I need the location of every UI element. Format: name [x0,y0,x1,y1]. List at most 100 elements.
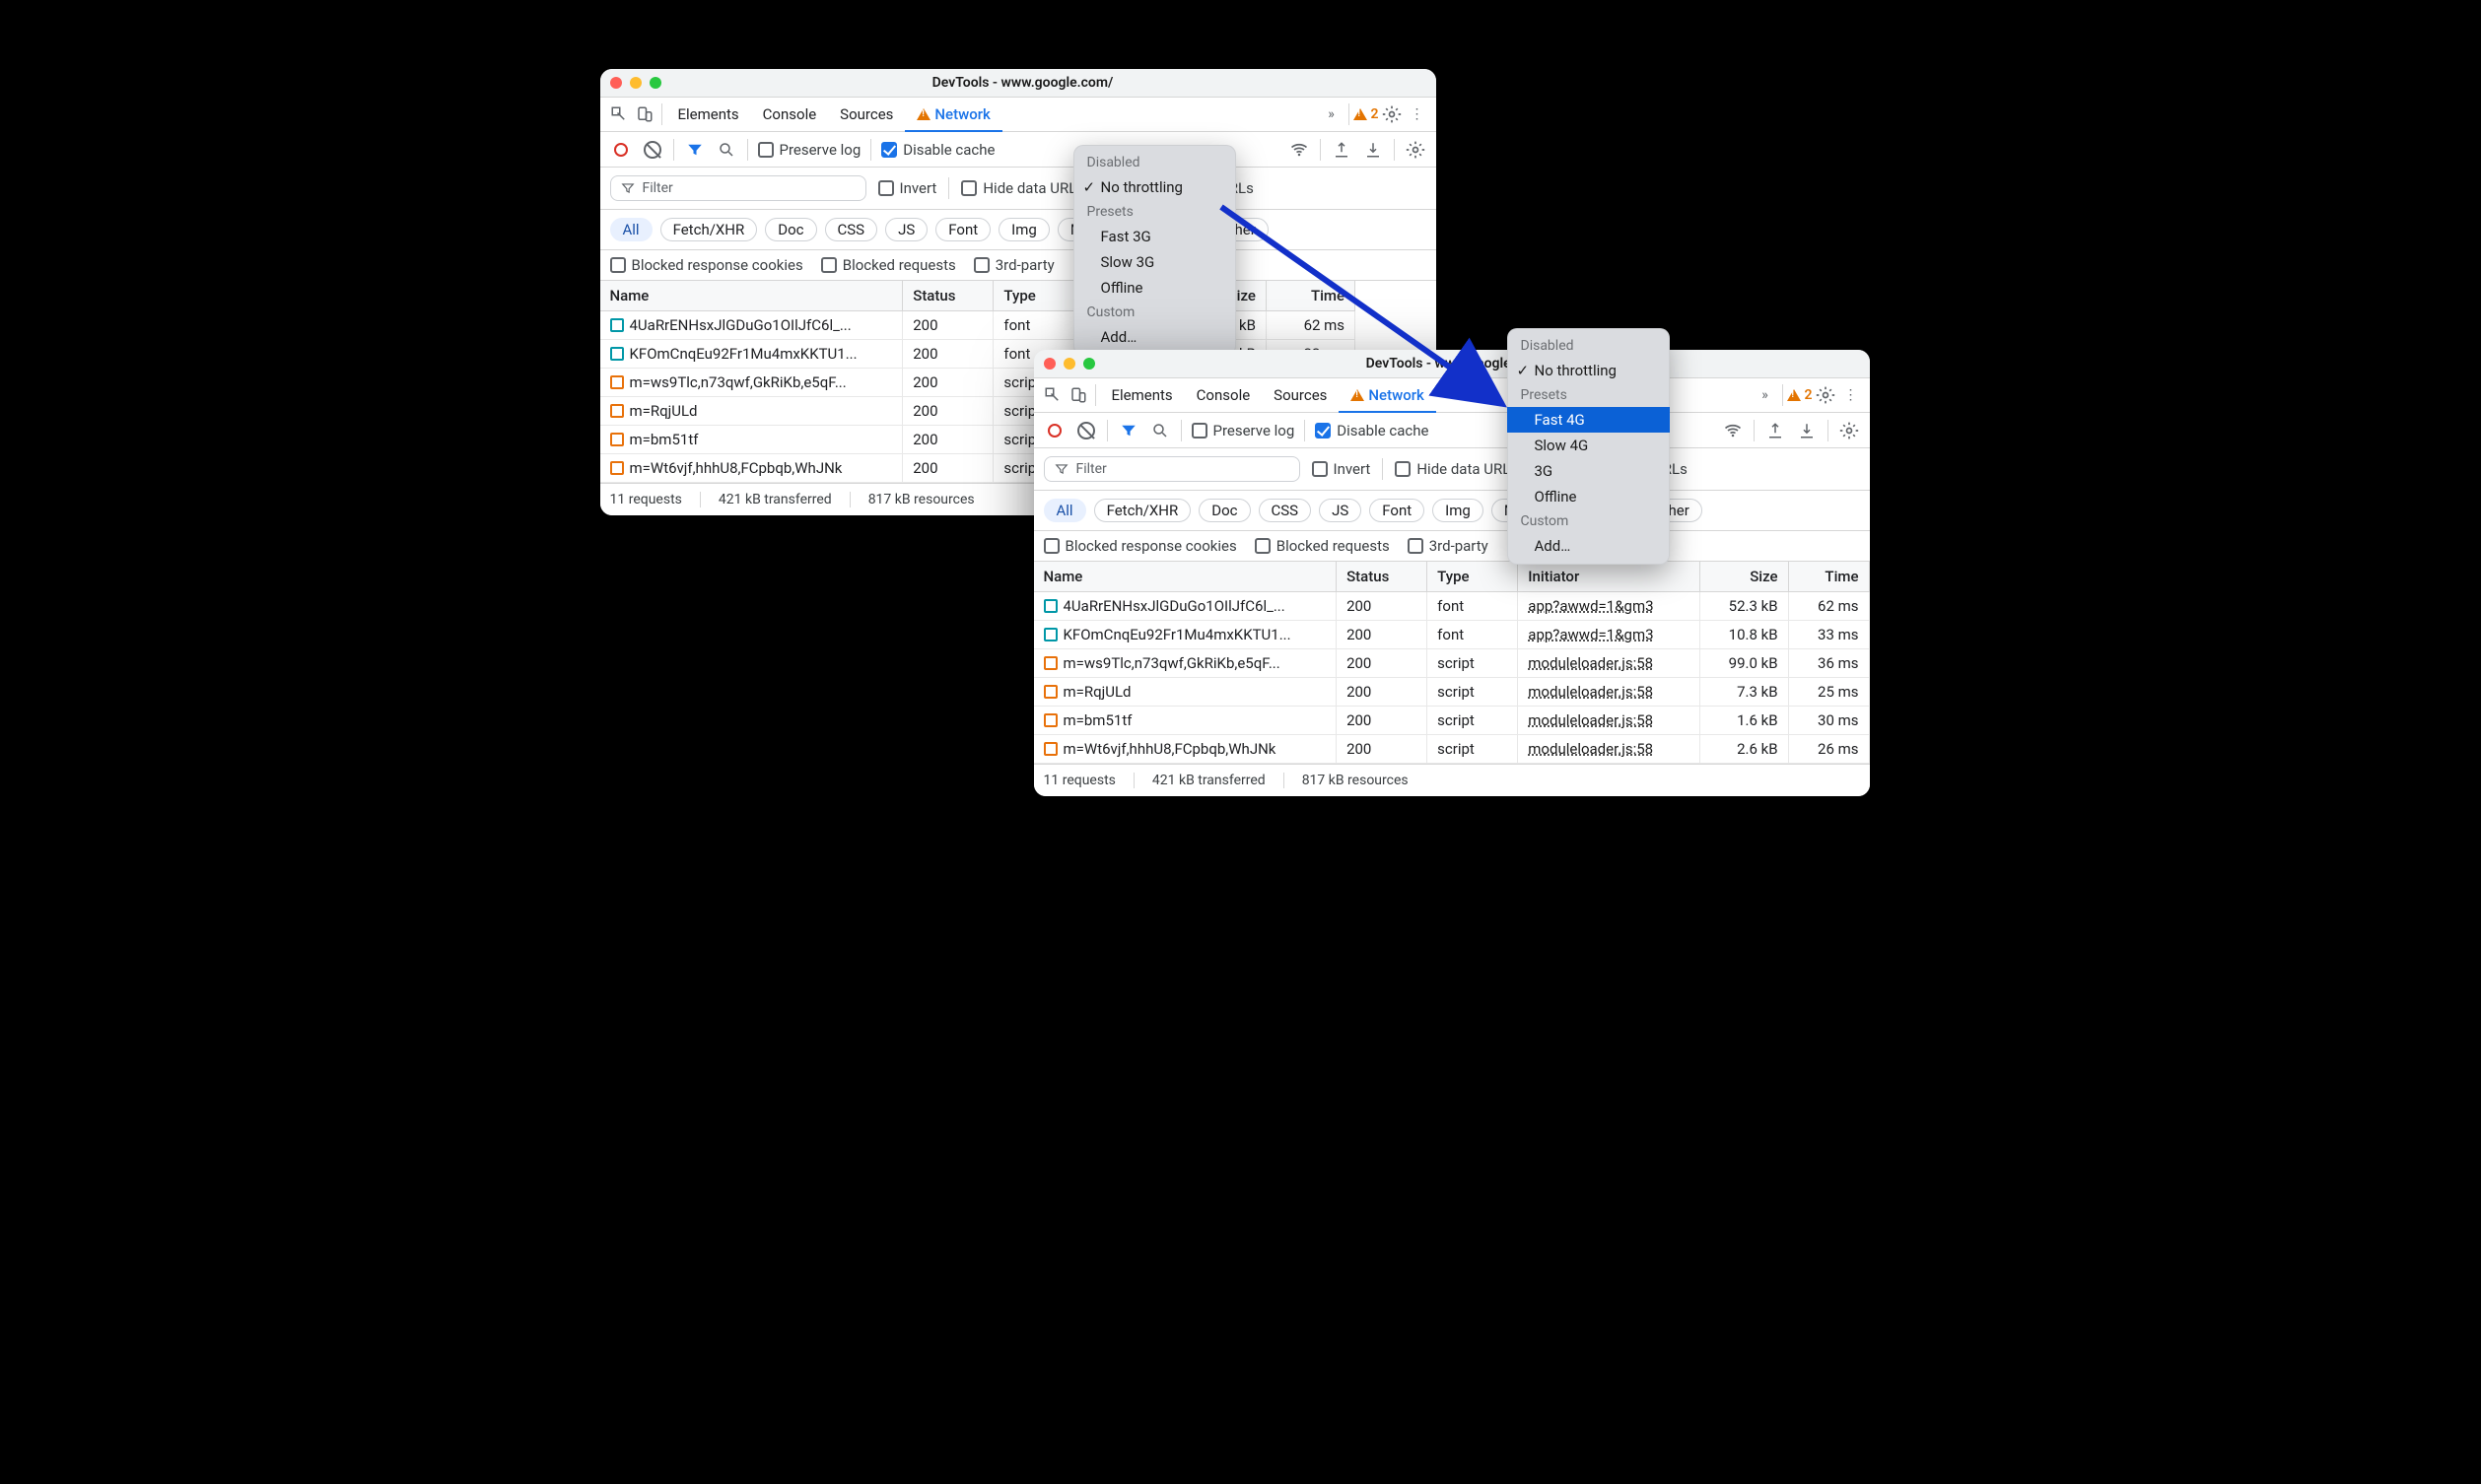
chip-all[interactable]: All [610,218,653,241]
clear-icon[interactable] [1075,420,1097,441]
upload-icon[interactable] [1764,420,1786,441]
tab-elements[interactable]: Elements [1100,378,1185,412]
chip-all[interactable]: All [1044,499,1086,522]
third-party-checkbox[interactable]: 3rd-party [974,256,1055,274]
cell-name[interactable]: m=RqjULd [600,397,903,426]
col-initiator[interactable]: Initiator [1518,562,1699,592]
tab-console[interactable]: Console [751,98,829,131]
more-tabs-icon[interactable]: » [1753,387,1778,403]
record-icon[interactable] [610,139,632,161]
table-row[interactable]: 4UaRrENHsxJlGDuGo1OIlJfC6l_...200fontapp… [1034,592,1870,621]
menu-item-slow4g[interactable]: Slow 4G [1507,433,1670,458]
download-icon[interactable] [1362,139,1384,161]
chip-css[interactable]: CSS [825,218,878,241]
settings-icon[interactable] [1379,104,1405,124]
throttling-menu-new[interactable]: Disabled No throttling Presets Fast 4G S… [1507,328,1670,565]
cell-name[interactable]: KFOmCnqEu92Fr1Mu4mxKKTU1... [1034,621,1337,649]
chip-img[interactable]: Img [1432,499,1483,522]
wifi-icon[interactable] [1288,139,1310,161]
record-icon[interactable] [1044,420,1066,441]
disable-cache-checkbox[interactable]: Disable cache [881,141,995,159]
zoom-icon[interactable] [650,77,661,89]
kebab-icon[interactable]: ⋮ [1405,106,1430,122]
wifi-icon[interactable] [1722,420,1744,441]
tab-console[interactable]: Console [1185,378,1263,412]
network-settings-icon[interactable] [1405,139,1426,161]
close-icon[interactable] [610,77,622,89]
tab-network[interactable]: Network [905,98,1001,131]
menu-item-no-throttling[interactable]: No throttling [1073,174,1236,200]
minimize-icon[interactable] [630,77,642,89]
cell-name[interactable]: m=ws9Tlc,n73qwf,GkRiKb,e5qF... [600,369,903,397]
cell-initiator[interactable]: app?awwd=1&gm3 [1518,621,1699,649]
table-header[interactable]: Name Status Type Initiator Size Time [1034,562,1870,592]
col-status[interactable]: Status [1337,562,1427,592]
search-icon[interactable] [716,139,737,161]
cell-name[interactable]: m=bm51tf [1034,707,1337,735]
filter-icon[interactable] [684,139,706,161]
cell-initiator[interactable]: moduleloader.js:58 [1518,678,1699,707]
chip-font[interactable]: Font [1369,499,1424,522]
table-row[interactable]: m=ws9Tlc,n73qwf,GkRiKb,e5qF...200scriptm… [1034,649,1870,678]
col-time[interactable]: Time [1266,281,1354,311]
cell-name[interactable]: KFOmCnqEu92Fr1Mu4mxKKTU1... [600,340,903,369]
disable-cache-checkbox[interactable]: Disable cache [1315,422,1428,439]
cell-name[interactable]: m=Wt6vjf,hhhU8,FCpbqb,WhJNk [1034,735,1337,764]
col-type[interactable]: Type [994,281,1084,311]
cell-initiator[interactable]: moduleloader.js:58 [1518,649,1699,678]
menu-item-add[interactable]: Add… [1073,324,1236,350]
menu-item-no-throttling[interactable]: No throttling [1507,358,1670,383]
chip-img[interactable]: Img [999,218,1050,241]
chip-doc[interactable]: Doc [765,218,816,241]
minimize-icon[interactable] [1064,358,1075,370]
table-row[interactable]: m=Wt6vjf,hhhU8,FCpbqb,WhJNk200scriptmodu… [1034,735,1870,764]
download-icon[interactable] [1796,420,1818,441]
table-row[interactable]: 4UaRrENHsxJlGDuGo1OIlJfC6l_...200fontapp… [600,311,1436,340]
traffic-lights[interactable] [610,77,661,89]
blocked-requests-checkbox[interactable]: Blocked requests [821,256,956,274]
search-icon[interactable] [1149,420,1171,441]
chip-fetch[interactable]: Fetch/XHR [660,218,758,241]
menu-item-offline[interactable]: Offline [1073,275,1236,301]
table-header[interactable]: Name Status Type Size Time [600,281,1436,311]
chip-css[interactable]: CSS [1259,499,1312,522]
col-name[interactable]: Name [1034,562,1337,592]
blocked-cookies-checkbox[interactable]: Blocked response cookies [1044,537,1237,555]
network-settings-icon[interactable] [1838,420,1860,441]
col-status[interactable]: Status [903,281,994,311]
cell-name[interactable]: m=ws9Tlc,n73qwf,GkRiKb,e5qF... [1034,649,1337,678]
upload-icon[interactable] [1331,139,1352,161]
cell-initiator[interactable]: app?awwd=1&gm3 [1518,592,1699,621]
warning-badge[interactable]: 2 [1787,387,1813,403]
kebab-icon[interactable]: ⋮ [1838,387,1864,403]
hide-data-checkbox[interactable]: Hide data URLs [961,179,1084,197]
blocked-cookies-checkbox[interactable]: Blocked response cookies [610,256,803,274]
inspect-icon[interactable] [1040,386,1066,404]
col-name[interactable]: Name [600,281,903,311]
chip-js[interactable]: JS [885,218,928,241]
cell-initiator[interactable]: moduleloader.js:58 [1518,707,1699,735]
menu-item-add[interactable]: Add… [1507,533,1670,559]
cell-name[interactable]: 4UaRrENHsxJlGDuGo1OIlJfC6l_... [600,311,903,340]
preserve-log-checkbox[interactable]: Preserve log [1192,422,1295,439]
table-row[interactable]: m=RqjULd200scriptmoduleloader.js:587.3 k… [1034,678,1870,707]
menu-item-offline[interactable]: Offline [1507,484,1670,509]
cell-name[interactable]: m=Wt6vjf,hhhU8,FCpbqb,WhJNk [600,454,903,483]
inspect-icon[interactable] [606,105,632,123]
menu-item-slow3g[interactable]: Slow 3G [1073,249,1236,275]
device-icon[interactable] [1066,386,1091,404]
preserve-log-checkbox[interactable]: Preserve log [758,141,861,159]
cell-initiator[interactable]: moduleloader.js:58 [1518,735,1699,764]
settings-icon[interactable] [1813,385,1838,405]
tab-sources[interactable]: Sources [828,98,905,131]
chip-font[interactable]: Font [935,218,991,241]
invert-checkbox[interactable]: Invert [878,179,937,197]
col-time[interactable]: Time [1788,562,1869,592]
table-row[interactable]: KFOmCnqEu92Fr1Mu4mxKKTU1...200fontapp?aw… [1034,621,1870,649]
tab-elements[interactable]: Elements [666,98,751,131]
warning-badge[interactable]: 2 [1353,106,1379,122]
hide-data-checkbox[interactable]: Hide data URLs [1395,460,1518,478]
clear-icon[interactable] [642,139,663,161]
device-icon[interactable] [632,105,657,123]
traffic-lights[interactable] [1044,358,1095,370]
